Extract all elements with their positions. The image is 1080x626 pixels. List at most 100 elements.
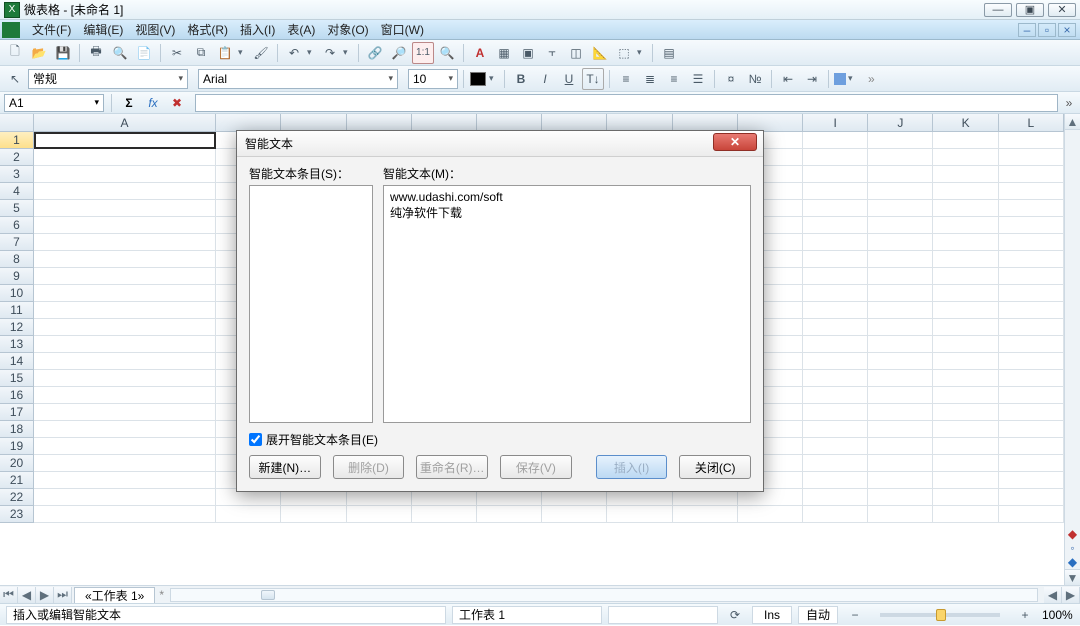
group-icon[interactable]: ⬚ [613,42,635,64]
save-icon[interactable]: 💾 [52,42,74,64]
row-header-23[interactable]: 23 [0,506,34,523]
style-combo[interactable]: 常规▾ [28,69,188,89]
cell[interactable] [803,387,868,404]
print-preview-icon[interactable]: 🔍 [109,42,131,64]
cell[interactable] [281,506,346,523]
cell[interactable] [803,404,868,421]
align-center-button[interactable]: ≣ [639,68,661,90]
tab-last-button[interactable]: ⏭ [54,587,72,603]
cell[interactable] [868,455,933,472]
sigma-button[interactable]: Σ [119,94,139,112]
cell[interactable] [803,217,868,234]
row-header-5[interactable]: 5 [0,200,34,217]
font-color-swatch[interactable] [470,72,486,86]
cell[interactable] [933,506,998,523]
tab-prev-button[interactable]: ◀ [18,587,36,603]
cell[interactable] [933,268,998,285]
cell[interactable] [34,353,216,370]
col-header-L[interactable]: L [999,114,1064,132]
cell[interactable] [933,489,998,506]
center-h-icon[interactable]: ▦ [493,42,515,64]
cell[interactable] [999,319,1064,336]
cell[interactable] [868,404,933,421]
menu-view[interactable]: 视图(V) [129,19,181,40]
cell[interactable] [803,302,868,319]
cell[interactable] [34,455,216,472]
cell[interactable] [34,149,216,166]
cell[interactable] [999,336,1064,353]
row-header-18[interactable]: 18 [0,421,34,438]
cell[interactable] [933,285,998,302]
menu-object[interactable]: 对象(O) [321,19,374,40]
cell[interactable] [933,438,998,455]
toptext-button[interactable]: T↓ [582,68,604,90]
select-all-corner[interactable] [0,114,34,132]
cell[interactable] [999,149,1064,166]
open-icon[interactable]: 📂 [28,42,50,64]
cell[interactable] [933,336,998,353]
cancel-button[interactable]: ✖ [167,94,187,112]
cell[interactable] [933,421,998,438]
page-setup-icon[interactable]: 📄 [133,42,155,64]
mdi-close-button[interactable]: × [1058,23,1076,37]
cell[interactable] [868,234,933,251]
cell[interactable] [34,166,216,183]
autoshape-icon[interactable]: ◫ [565,42,587,64]
cell[interactable] [933,251,998,268]
cell[interactable] [933,183,998,200]
row-header-11[interactable]: 11 [0,302,34,319]
cell[interactable] [34,132,216,149]
cell[interactable] [999,183,1064,200]
cell[interactable] [933,234,998,251]
cell[interactable] [999,506,1064,523]
row-header-16[interactable]: 16 [0,387,34,404]
cell[interactable] [34,489,216,506]
cell[interactable] [999,268,1064,285]
toolbar-overflow-icon[interactable]: » [868,72,875,86]
cell[interactable] [34,421,216,438]
row-header-20[interactable]: 20 [0,455,34,472]
cell[interactable] [868,285,933,302]
cell[interactable] [933,200,998,217]
cell[interactable] [34,200,216,217]
menu-edit[interactable]: 编辑(E) [77,19,129,40]
mdi-minimize-button[interactable]: – [1018,23,1036,37]
cell[interactable] [803,166,868,183]
indent-inc-button[interactable]: ⇥ [801,68,823,90]
col-header-K[interactable]: K [933,114,998,132]
cell[interactable] [803,489,868,506]
cell[interactable] [999,302,1064,319]
cell[interactable] [999,217,1064,234]
cell[interactable] [999,251,1064,268]
save-button[interactable]: 保存(V) [500,455,572,479]
cell[interactable] [477,506,542,523]
paste-icon[interactable]: 📋 [214,42,236,64]
cell[interactable] [803,438,868,455]
cell[interactable] [999,166,1064,183]
cell[interactable] [34,404,216,421]
status-ins[interactable]: Ins [752,606,792,624]
dialog-close-button[interactable]: ✕ [713,133,757,151]
cell[interactable] [999,132,1064,149]
cell[interactable] [868,319,933,336]
rename-button[interactable]: 重命名(R)… [416,455,488,479]
horizontal-scrollbar[interactable] [170,588,1038,602]
cell[interactable] [933,472,998,489]
dialog-titlebar[interactable]: 智能文本 ✕ [237,131,763,157]
cell[interactable] [803,506,868,523]
new-button[interactable]: 新建(N)… [249,455,321,479]
cell[interactable] [803,472,868,489]
grid-icon[interactable]: ▣ [517,42,539,64]
delete-button[interactable]: 删除(D) [333,455,405,479]
italic-button[interactable]: I [534,68,556,90]
fill-color-swatch[interactable] [834,73,846,85]
mdi-restore-button[interactable]: ▫ [1038,23,1056,37]
cell[interactable] [803,183,868,200]
status-refresh-icon[interactable]: ⟳ [724,604,746,626]
number-button[interactable]: № [744,68,766,90]
add-sheet-button[interactable]: * [159,588,164,602]
undo-icon[interactable]: ↶ [283,42,305,64]
col-header-A[interactable]: A [34,114,216,132]
cell[interactable] [999,438,1064,455]
cell[interactable] [803,149,868,166]
